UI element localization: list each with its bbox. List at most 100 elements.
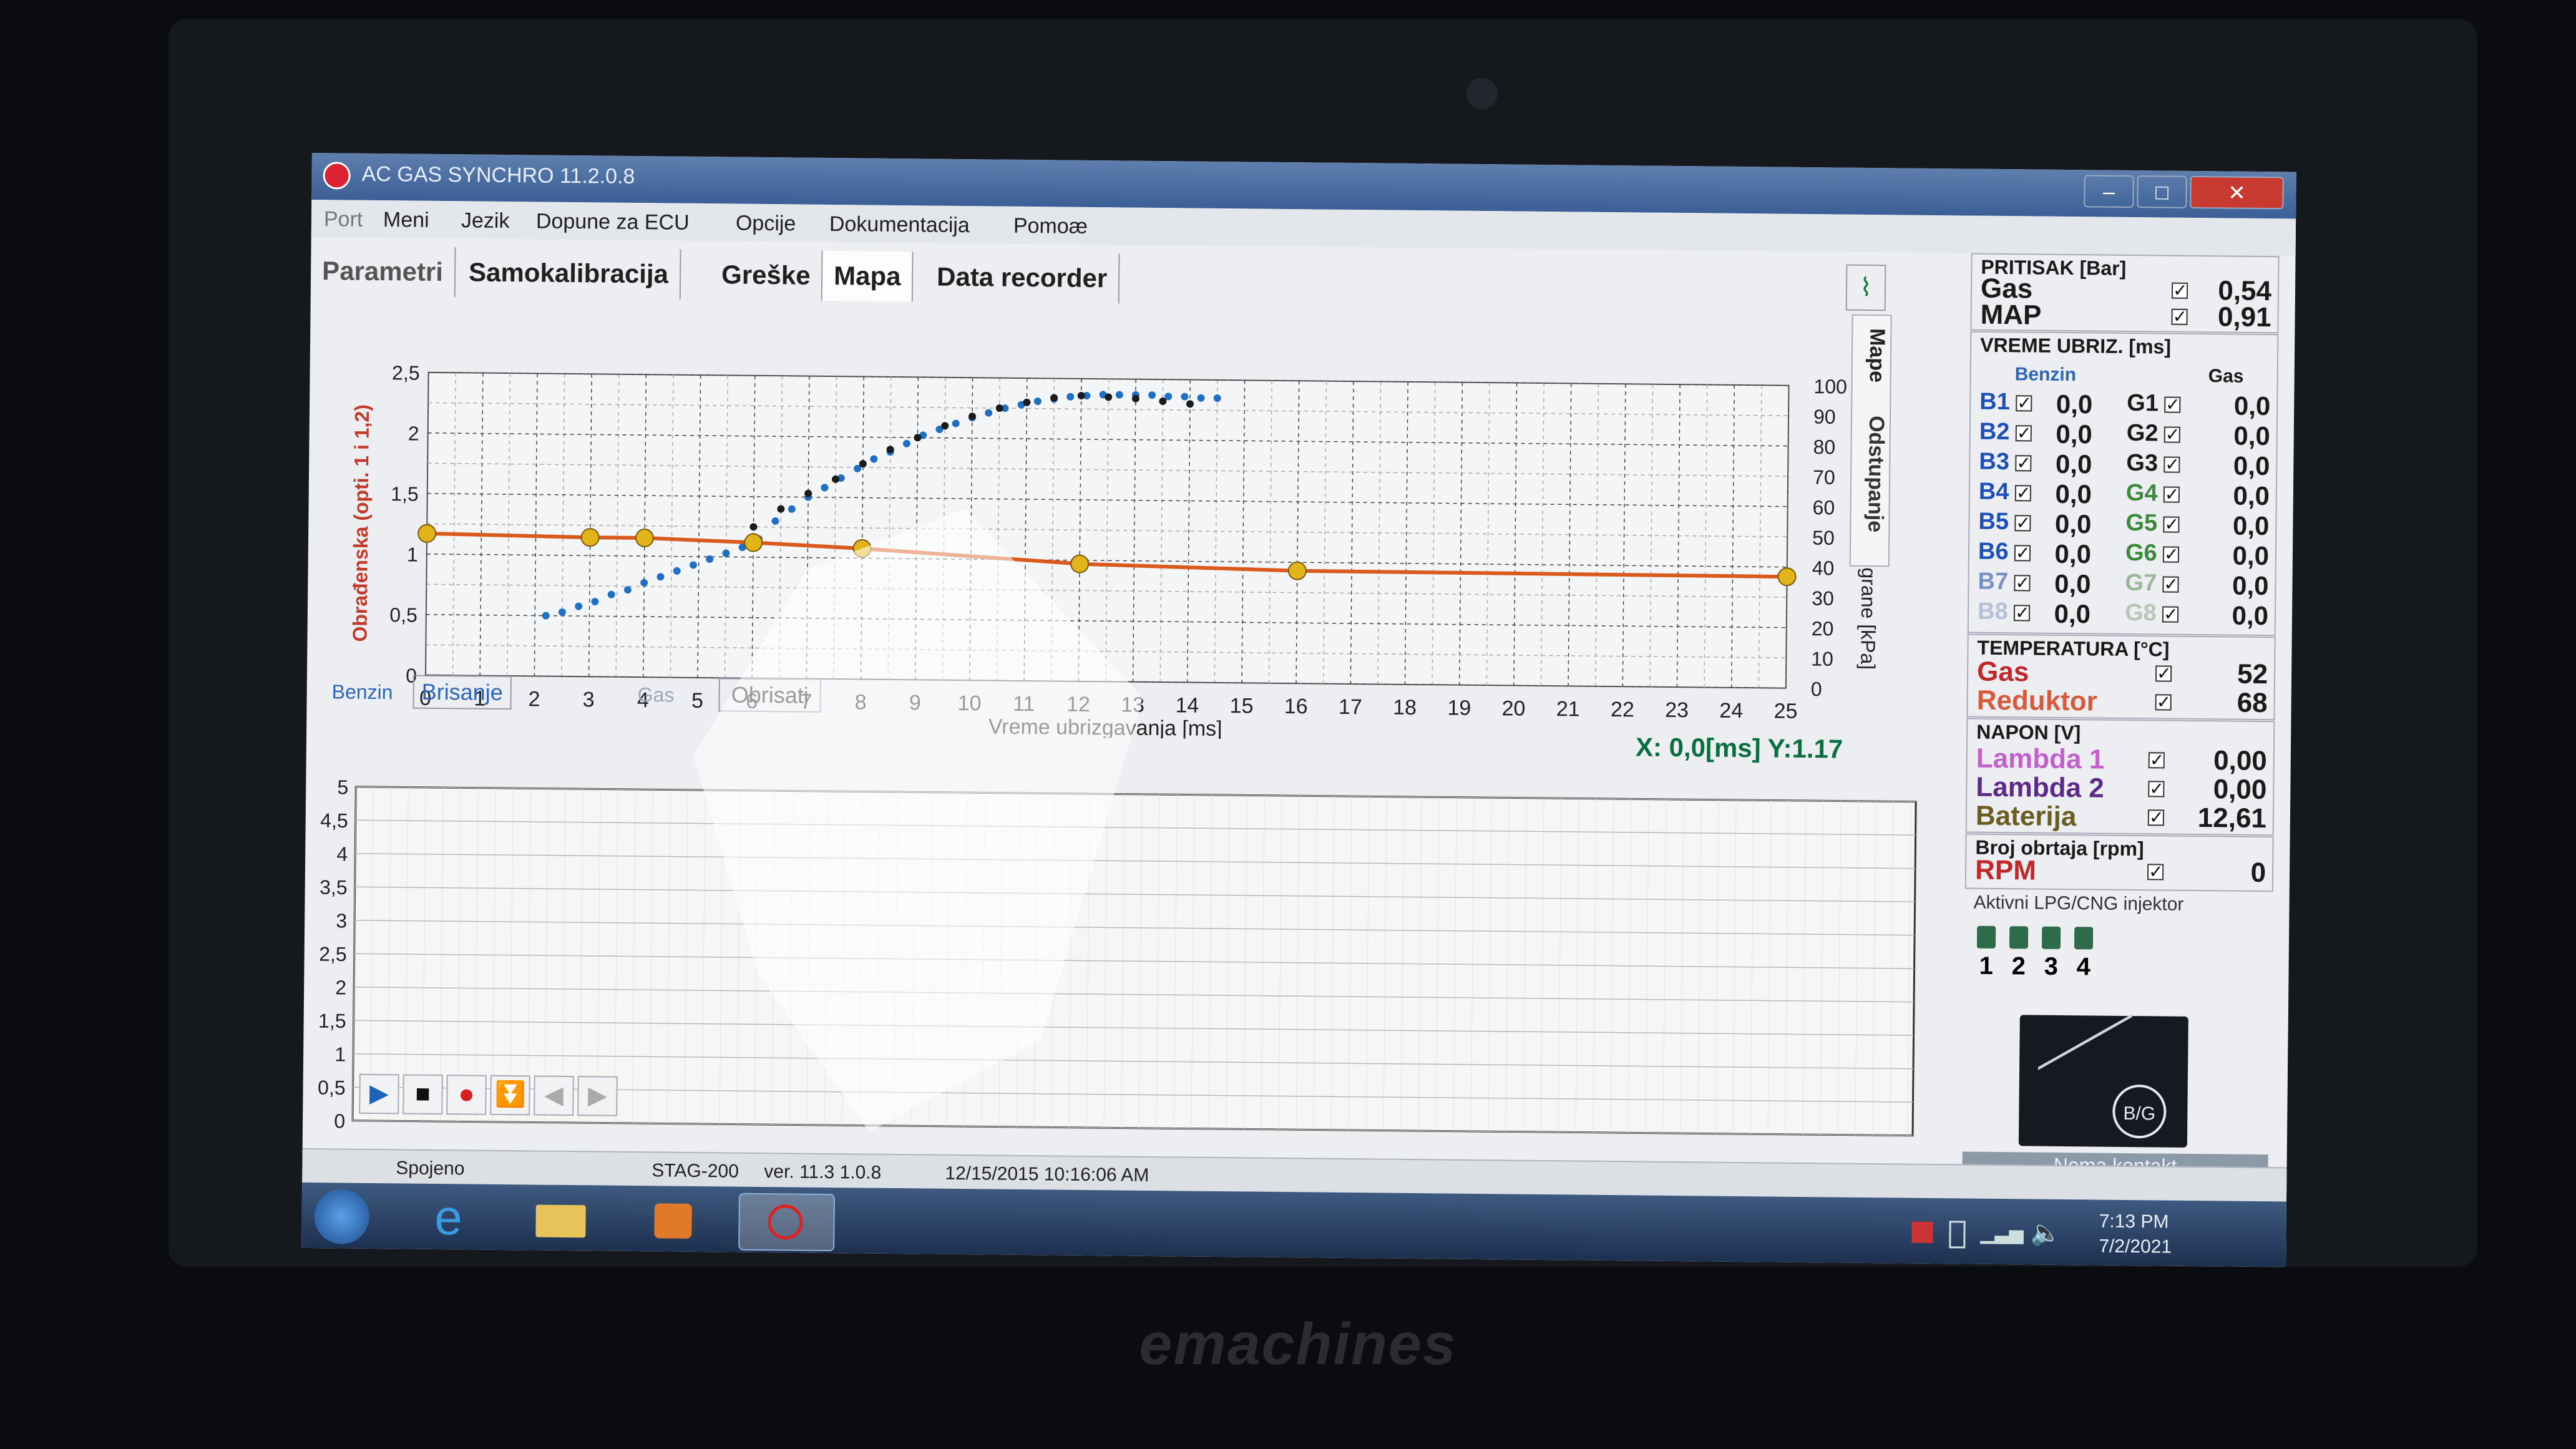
- injector-1-number: 1: [1979, 952, 1994, 980]
- benzin-injector-checkbox[interactable]: ✓: [2015, 453, 2032, 472]
- download-icon[interactable]: ⏬: [490, 1075, 530, 1116]
- gas-injector-checkbox[interactable]: ✓: [2162, 605, 2179, 624]
- gas-pressure-checkbox[interactable]: ✓: [2171, 281, 2188, 300]
- benzin-injector-checkbox[interactable]: ✓: [2014, 543, 2031, 562]
- gas-injector-checkbox[interactable]: ✓: [2163, 485, 2180, 504]
- lambda2-checkbox[interactable]: ✓: [2148, 779, 2165, 799]
- gas-point: [1131, 394, 1139, 402]
- probe-icon[interactable]: ⌇: [1845, 264, 1886, 311]
- gas-temp-checkbox[interactable]: ✓: [2155, 663, 2172, 683]
- benzin-point: [1115, 391, 1123, 399]
- signal-icon[interactable]: ▁▃▅: [1980, 1222, 2024, 1245]
- app-icon: [323, 162, 351, 190]
- injector-row: B7 ✓ 0,0 G7 ✓ 0,0: [1969, 568, 2281, 602]
- correction-point: [635, 529, 654, 548]
- prev-icon[interactable]: ◀: [534, 1075, 574, 1116]
- tab-parametri[interactable]: Parametri: [310, 245, 456, 298]
- side-tab-odstupanje[interactable]: Odstupanje: [1852, 416, 1888, 560]
- data-recorder-panel: 0 0,5 1 1,5 2 2,5 3 3,5 4 4,5 5 ▶ ■ ● ⏬ ◀ ▶: [303, 774, 1929, 1164]
- benzin-point: [673, 567, 681, 575]
- benzin-column-header: Benzin: [2014, 364, 2077, 386]
- clock-time[interactable]: 7:13 PM: [2099, 1211, 2169, 1233]
- x-tick-label: 22: [1611, 698, 1634, 721]
- lambda1-label: Lambda 1: [1976, 743, 2105, 775]
- menu-meni[interactable]: Meni: [383, 208, 429, 233]
- internet-explorer-icon[interactable]: e: [401, 1189, 495, 1245]
- benzin-injector-checkbox[interactable]: ✓: [2015, 423, 2032, 442]
- y-tick-label: 1,5: [391, 482, 419, 505]
- start-button[interactable]: [314, 1189, 370, 1244]
- gas-injector-value: 0,0: [2233, 481, 2270, 511]
- benzin-injector-checkbox[interactable]: ✓: [2014, 573, 2031, 592]
- stop-icon[interactable]: ■: [402, 1074, 443, 1115]
- record-icon[interactable]: ●: [446, 1075, 487, 1115]
- volume-icon[interactable]: 🔈: [2030, 1218, 2061, 1247]
- menu-dopune-za-ecu[interactable]: Dopune za ECU: [536, 209, 690, 235]
- tab-greske[interactable]: Greške: [710, 250, 823, 301]
- y2-tick-label: 0: [1811, 678, 1822, 700]
- menu-opcije[interactable]: Opcije: [736, 212, 796, 237]
- tab-samokalibracija[interactable]: Samokalibracija: [457, 247, 681, 300]
- y2-tick-label: 30: [1812, 587, 1834, 610]
- benzin-injector-checkbox[interactable]: ✓: [2014, 513, 2031, 532]
- window-title: AC GAS SYNCHRO 11.2.0.8: [361, 162, 635, 188]
- recorder-y-tick-label: 3: [336, 909, 347, 932]
- gas-point: [1077, 392, 1085, 400]
- clock-date[interactable]: 7/2/2021: [2099, 1236, 2172, 1258]
- gas-point: [968, 412, 976, 421]
- menu-dokumentacija[interactable]: Dokumentacija: [829, 212, 970, 238]
- injector-row: B4 ✓ 0,0 G4 ✓ 0,0: [1970, 479, 2282, 512]
- play-icon[interactable]: ▶: [359, 1073, 399, 1115]
- minimize-button[interactable]: –: [2084, 175, 2134, 208]
- benzin-injector-checkbox[interactable]: ✓: [2014, 483, 2032, 502]
- gas-injector-checkbox[interactable]: ✓: [2164, 395, 2181, 414]
- gas-injector-checkbox[interactable]: ✓: [2164, 455, 2180, 474]
- rpm-checkbox[interactable]: ✓: [2147, 862, 2164, 882]
- gas-injector-checkbox[interactable]: ✓: [2162, 545, 2180, 564]
- menu-jezik[interactable]: Jezik: [461, 208, 510, 233]
- gas-injector-label: G4: [2125, 479, 2158, 507]
- brisanje-button[interactable]: Brisanje: [412, 675, 512, 710]
- injector-2-number: 2: [2011, 952, 2026, 980]
- benzin-point: [1148, 391, 1156, 399]
- gas-injector-value: 0,0: [2232, 510, 2270, 541]
- x-tick-label: 20: [1501, 696, 1525, 720]
- bg-switch-button[interactable]: B/G: [2018, 1013, 2188, 1148]
- tab-data-recorder[interactable]: Data recorder: [925, 251, 1120, 304]
- menu-pomoc[interactable]: Pomoæ: [1013, 214, 1088, 239]
- gas-injector-checkbox[interactable]: ✓: [2162, 575, 2179, 594]
- lambda1-value: 0,00: [2213, 745, 2268, 777]
- injector-3-number: 3: [2044, 952, 2059, 980]
- x-tick-label: 18: [1393, 696, 1417, 720]
- next-icon[interactable]: ▶: [577, 1076, 618, 1116]
- menu-port[interactable]: Port: [324, 207, 363, 232]
- benzin-point: [985, 409, 993, 417]
- lambda1-checkbox[interactable]: ✓: [2148, 750, 2165, 770]
- y2-tick-label: 80: [1813, 436, 1835, 458]
- correction-point: [744, 533, 763, 552]
- maximize-button[interactable]: □: [2137, 175, 2187, 208]
- gas-injector-checkbox[interactable]: ✓: [2164, 425, 2180, 444]
- battery-icon[interactable]: [1949, 1221, 1966, 1249]
- gas-point: [749, 523, 758, 531]
- brand-logo: emachines: [1139, 1311, 1457, 1377]
- baterija-checkbox[interactable]: ✓: [2147, 807, 2165, 827]
- x-tick-label: 25: [1773, 700, 1797, 723]
- flag-icon[interactable]: [1911, 1221, 1933, 1244]
- baterija-label: Baterija: [1975, 800, 2077, 832]
- tab-mapa[interactable]: Mapa: [822, 250, 914, 302]
- benzin-injector-value: 0,0: [2055, 479, 2092, 509]
- benzin-injector-checkbox[interactable]: ✓: [2013, 603, 2031, 622]
- gas-injector-checkbox[interactable]: ✓: [2163, 515, 2180, 534]
- reduktor-temp-checkbox[interactable]: ✓: [2155, 692, 2172, 712]
- media-player-icon[interactable]: [626, 1192, 720, 1247]
- map-pressure-checkbox[interactable]: ✓: [2171, 307, 2188, 326]
- ac-gas-synchro-taskbar-icon[interactable]: [738, 1193, 836, 1252]
- side-tab-mape[interactable]: Mape: [1853, 328, 1890, 404]
- close-button[interactable]: ✕: [2190, 175, 2284, 210]
- folder-icon[interactable]: [514, 1191, 608, 1246]
- injector-2-icon: [2009, 926, 2029, 949]
- gas-injector-value: 0,0: [2233, 421, 2271, 451]
- benzin-injector-value: 0,0: [2055, 449, 2092, 479]
- benzin-injector-checkbox[interactable]: ✓: [2016, 393, 2032, 412]
